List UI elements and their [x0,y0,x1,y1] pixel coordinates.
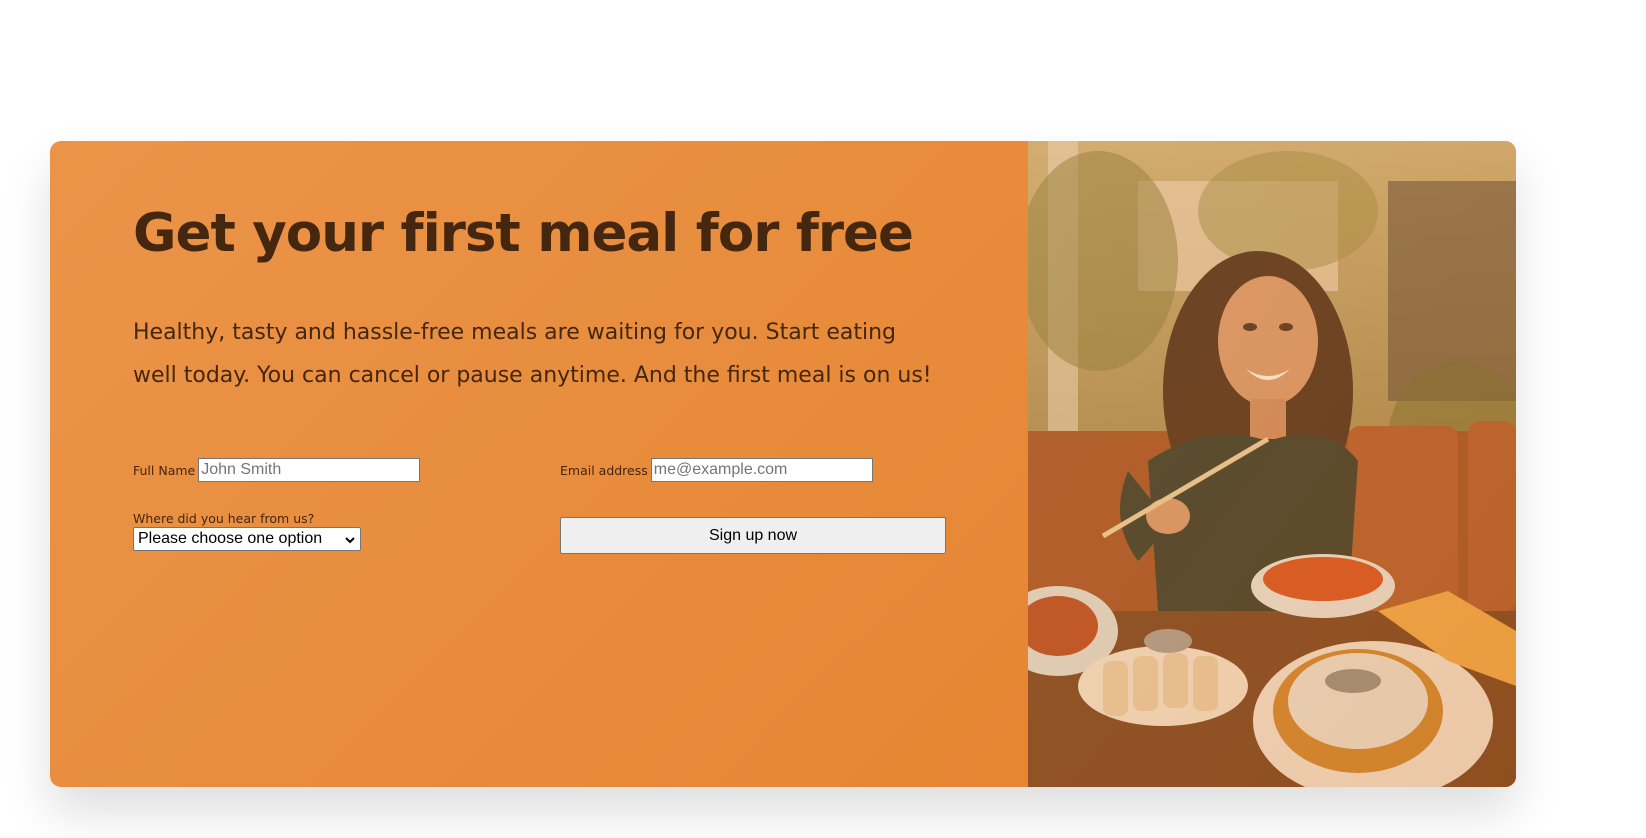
source-field: Where did you hear from us? Please choos… [133,512,361,551]
email-label: Email address [560,462,648,478]
email-field: Email address [560,458,873,482]
full-name-label: Full Name [133,462,196,478]
cta-description: Healthy, tasty and hassle-free meals are… [133,320,932,388]
chevron-down-icon [344,533,356,545]
cta-text-panel: Get your first meal for free Healthy, ta… [50,141,1028,787]
woman-eating-photo [1028,141,1516,787]
photo-illustration [1028,141,1516,787]
full-name-input[interactable] [198,458,421,482]
email-input[interactable] [650,458,873,482]
source-label: Where did you hear from us? [133,511,315,526]
cta-card: Get your first meal for free Healthy, ta… [50,141,1516,787]
sign-up-button[interactable]: Sign up now [560,517,946,554]
source-select[interactable]: Please choose one option [133,527,361,551]
cta-heading: Get your first meal for free [133,203,914,264]
source-select-value: Please choose one option [138,530,323,547]
full-name-field: Full Name [133,458,421,482]
